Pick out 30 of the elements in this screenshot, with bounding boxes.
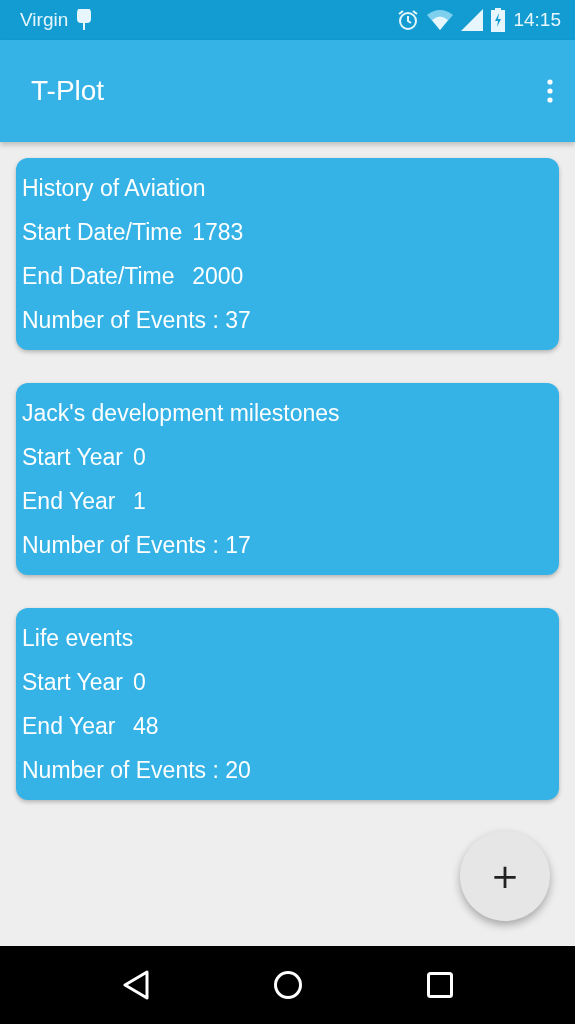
timeline-card[interactable]: History of Aviation Start Date/Time 1783 End Date/Time 2000 Number of Events : 37	[16, 158, 559, 350]
wifi-icon	[427, 10, 454, 30]
clock-time: 14:15	[513, 9, 561, 31]
event-count: Number of Events : 17	[22, 531, 252, 560]
field-value: 0	[133, 443, 146, 472]
battery-charging-icon	[491, 8, 506, 32]
event-count: Number of Events : 20	[22, 756, 252, 785]
timeline-title: Life events	[22, 624, 135, 653]
field-label: End Year	[22, 712, 116, 741]
field-value: 0	[133, 668, 146, 697]
alarm-icon	[397, 9, 420, 31]
field-label: End Date/Time	[22, 262, 175, 291]
field-label: Start Year	[22, 668, 124, 697]
event-count: Number of Events : 37	[22, 306, 252, 335]
carrier-name: Virgin	[20, 9, 69, 31]
field-value: 1	[133, 487, 146, 516]
add-button[interactable]: +	[460, 831, 550, 921]
more-icon	[547, 79, 553, 103]
timeline-title: History of Aviation	[22, 174, 207, 203]
field-value: 2000	[192, 262, 244, 291]
timeline-title: Jack's development milestones	[22, 399, 341, 428]
signal-icon	[461, 9, 484, 31]
field-value: 1783	[192, 218, 244, 247]
field-label: Start Year	[22, 443, 124, 472]
timeline-card[interactable]: Jack's development milestones Start Year 0 End Year 1 Number of Events : 17	[16, 383, 559, 575]
field-label: Start Date/Time	[22, 218, 183, 247]
app-title: T-Plot	[31, 75, 106, 107]
timeline-card[interactable]: Life events Start Year 0 End Year 48 Number of Events : 20	[16, 608, 559, 800]
field-value: 48	[133, 712, 159, 741]
field-label: End Year	[22, 487, 116, 516]
